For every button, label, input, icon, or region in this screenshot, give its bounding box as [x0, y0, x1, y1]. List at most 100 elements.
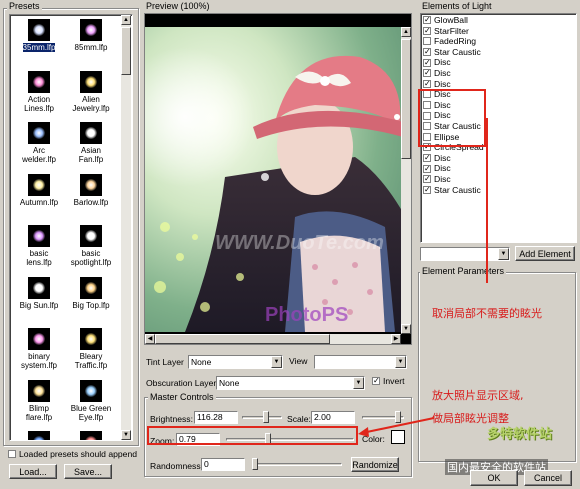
brightness-input[interactable]: 116.28 [194, 411, 238, 424]
chevron-down-icon[interactable]: ▼ [498, 248, 509, 260]
invert-checkbox[interactable]: ✓ [372, 377, 380, 385]
randomness-slider[interactable] [252, 458, 342, 470]
scroll-down-icon[interactable]: ▼ [121, 430, 131, 440]
element-checkbox[interactable]: ✓ [423, 185, 431, 194]
element-checkbox[interactable]: ✓ [423, 79, 431, 88]
ok-button[interactable]: OK [470, 470, 518, 486]
preset-item[interactable]: Action Lines.lfp [16, 70, 62, 113]
preset-item[interactable]: Autumn.lfp [16, 173, 62, 207]
load-button[interactable]: Load... [9, 464, 57, 479]
preset-item[interactable]: Blimp flare.lfp [16, 379, 62, 422]
preset-item[interactable]: Asian Fan.lfp [68, 122, 114, 164]
preset-item[interactable]: Big Top.lfp [68, 276, 114, 310]
hscroll-right-icon[interactable]: ▶ [391, 334, 401, 344]
preset-thumbnail-icon [80, 225, 102, 247]
append-checkbox[interactable] [8, 450, 16, 458]
randomize-button[interactable]: Randomize [351, 457, 399, 472]
vscroll-up-icon[interactable]: ▲ [401, 27, 411, 37]
annotation-zoom-line1: 放大照片显示区域, [432, 389, 524, 402]
presets-title: Presets [7, 1, 42, 11]
view-select[interactable]: ▼ [314, 355, 407, 369]
element-checkbox[interactable]: ✓ [423, 26, 431, 35]
brightness-slider[interactable] [242, 411, 282, 423]
element-row[interactable]: ✓ Star Caustic [423, 185, 481, 196]
element-checkbox[interactable]: ✓ [423, 16, 431, 25]
element-row[interactable]: ✓ Disc [423, 79, 451, 90]
preset-item[interactable]: basic spotlight.lfp [68, 225, 114, 267]
brightness-slider-knob[interactable] [263, 411, 269, 423]
view-label: View [289, 356, 308, 366]
preview-photo [145, 27, 411, 332]
presets-list[interactable]: 35mm.lfp 85mm.lfp Action Lines.lfp Alien Je… [9, 14, 133, 441]
chevron-down-icon[interactable]: ▼ [271, 356, 282, 368]
preview-title: Preview (100%) [146, 1, 210, 11]
add-element-button[interactable]: Add Element [515, 246, 575, 261]
preset-item[interactable]: Big Sun.lfp [16, 276, 62, 310]
randomness-input[interactable]: 0 [201, 458, 245, 471]
cancel-button[interactable]: Cancel [524, 470, 572, 486]
hscroll-thumb[interactable] [155, 334, 330, 344]
element-checkbox[interactable]: ✓ [423, 154, 431, 163]
preset-item[interactable]: binary system.lfp [16, 328, 62, 370]
element-row[interactable]: ✓ Star Caustic [423, 47, 481, 58]
element-row[interactable]: ✓ Disc [423, 68, 451, 79]
presets-scrollbar[interactable]: ▲ ▼ [121, 15, 131, 440]
preset-item[interactable]: Blue Green Eye.lfp [68, 379, 114, 422]
element-checkbox[interactable]: ✓ [423, 164, 431, 173]
preset-item[interactable]: Alien Jewelry.lfp [68, 70, 114, 113]
element-label: Disc [434, 152, 451, 163]
preset-item[interactable] [68, 431, 114, 440]
element-checkbox[interactable]: ✓ [423, 69, 431, 78]
vscroll-down-icon[interactable]: ▼ [401, 324, 411, 334]
preset-label: Big Sun.lfp [19, 300, 59, 310]
preset-thumbnail-icon [28, 431, 50, 440]
zoom-highlight-box [147, 426, 358, 445]
preset-thumbnail-icon [28, 19, 50, 41]
element-checkbox[interactable]: ✓ [423, 48, 431, 57]
preset-thumbnail-icon [28, 276, 50, 299]
save-button[interactable]: Save... [64, 464, 112, 479]
preset-thumbnail-icon [80, 276, 102, 299]
element-row[interactable]: ✓ StarFilter [423, 26, 469, 37]
add-element-select[interactable]: ▼ [420, 247, 510, 261]
element-row[interactable]: ✓ Disc [423, 174, 451, 185]
tint-layer-select[interactable]: None ▼ [188, 355, 283, 369]
element-checkbox[interactable]: ✓ [423, 58, 431, 67]
element-row[interactable]: FadedRing [423, 36, 476, 47]
preset-thumbnail-icon [28, 122, 50, 144]
vscroll-thumb[interactable] [401, 39, 411, 159]
preset-thumbnail-icon [80, 70, 102, 93]
randomness-slider-knob[interactable] [252, 458, 258, 470]
preset-item[interactable]: Bleary Traffic.lfp [68, 328, 114, 370]
preset-thumbnail-icon [80, 431, 102, 440]
append-checkbox-row[interactable]: Loaded presets should append [8, 449, 137, 459]
scroll-thumb[interactable] [121, 27, 131, 75]
randomness-label: Randomness: [150, 461, 204, 471]
preset-item[interactable]: Barlow.lfp [68, 173, 114, 207]
invert-checkbox-row[interactable]: ✓ Invert [372, 376, 405, 386]
element-checkbox[interactable]: ✓ [423, 175, 431, 184]
preview-vscroll[interactable]: ▲ ▼ [401, 27, 411, 334]
preset-label: Big Top.lfp [72, 300, 110, 310]
preset-item[interactable]: 35mm.lfp [16, 19, 62, 52]
annotation-cancel-flare: 取消局部不需要的眩光 [432, 307, 542, 320]
preset-thumbnail-icon [28, 328, 50, 350]
chevron-down-icon[interactable]: ▼ [395, 356, 406, 368]
element-checkbox[interactable] [423, 37, 431, 46]
element-row[interactable]: ✓ Disc [423, 163, 451, 174]
preset-label: Autumn.lfp [19, 197, 59, 207]
element-row[interactable]: ✓ Disc [423, 57, 451, 68]
chevron-down-icon[interactable]: ▼ [353, 377, 364, 389]
element-row[interactable]: ✓ GlowBall [423, 15, 468, 26]
scale-input[interactable]: 2.00 [311, 411, 355, 424]
scroll-up-icon[interactable]: ▲ [121, 15, 131, 25]
element-row[interactable]: ✓ Disc [423, 153, 451, 164]
preview-hscroll[interactable]: ◀ ▶ [145, 334, 401, 344]
obscuration-layer-select[interactable]: None ▼ [216, 376, 365, 390]
preset-item[interactable]: 85mm.lfp [68, 19, 114, 52]
element-label: Disc [434, 174, 451, 184]
hscroll-left-icon[interactable]: ◀ [145, 334, 155, 344]
preset-item[interactable]: Arc welder.lfp [16, 122, 62, 164]
preset-item[interactable]: basic lens.lfp [16, 225, 62, 267]
preset-item[interactable] [16, 431, 62, 440]
